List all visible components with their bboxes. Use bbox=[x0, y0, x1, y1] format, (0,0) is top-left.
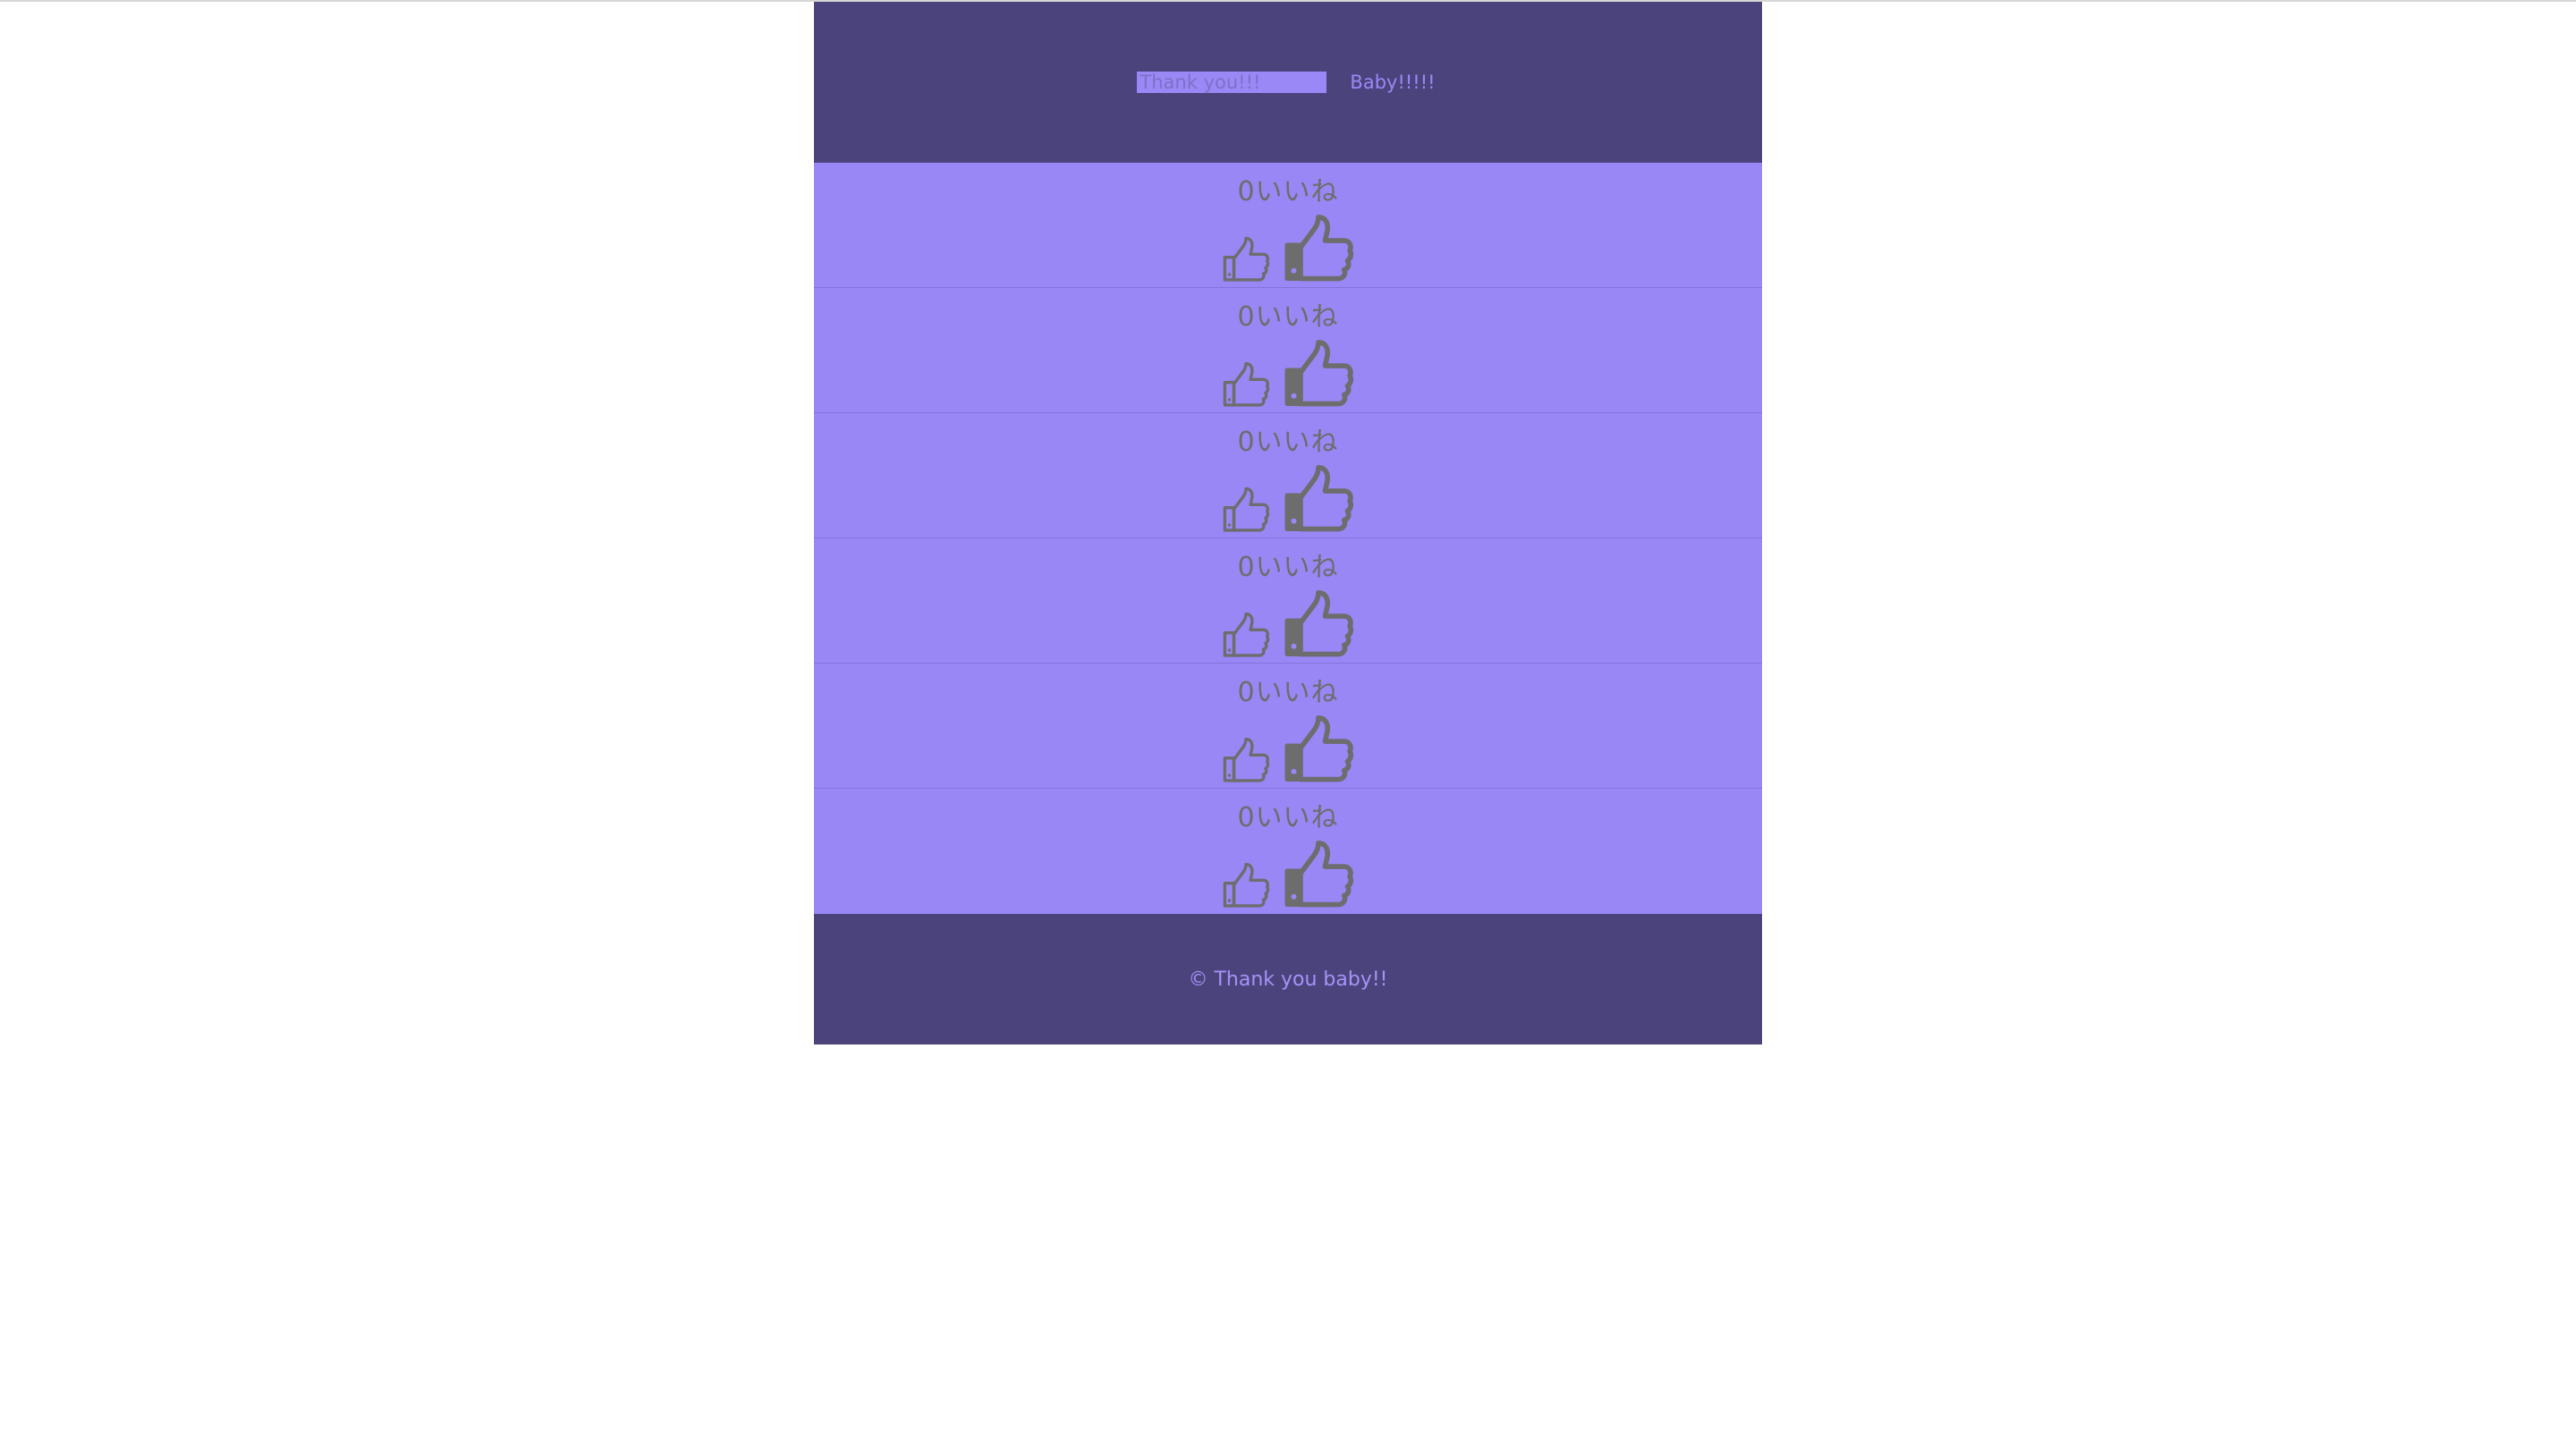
like-buttons bbox=[814, 588, 1762, 664]
thumbs-up-icon[interactable] bbox=[1222, 361, 1270, 410]
thumbs-up-icon-large[interactable] bbox=[1283, 839, 1354, 912]
thumbs-up-icon[interactable] bbox=[1222, 612, 1270, 660]
header: Baby!!!!! bbox=[814, 2, 1762, 163]
list-item: 0いいね bbox=[814, 163, 1762, 288]
thumbs-up-icon[interactable] bbox=[1222, 486, 1270, 535]
like-buttons bbox=[814, 839, 1762, 914]
thumbs-up-icon-large[interactable] bbox=[1283, 213, 1354, 286]
like-buttons bbox=[814, 714, 1762, 789]
like-count: 0いいね bbox=[1237, 176, 1339, 207]
thumbs-up-icon[interactable] bbox=[1222, 737, 1270, 785]
like-buttons bbox=[814, 463, 1762, 538]
like-buttons bbox=[814, 338, 1762, 413]
like-count: 0いいね bbox=[1237, 552, 1339, 583]
post-list: 0いいね 0いいね 0いいね 0いいね 0いいね 0いいね bbox=[814, 163, 1762, 914]
footer: © Thank you baby!! bbox=[814, 914, 1762, 1044]
page-container: Baby!!!!! 0いいね 0いいね bbox=[814, 2, 1762, 1044]
list-item: 0いいね bbox=[814, 413, 1762, 538]
like-count: 0いいね bbox=[1237, 677, 1339, 708]
thumbs-up-icon-large[interactable] bbox=[1283, 588, 1354, 662]
like-count: 0いいね bbox=[1237, 301, 1339, 333]
list-item: 0いいね bbox=[814, 288, 1762, 413]
like-count: 0いいね bbox=[1237, 427, 1339, 458]
list-item: 0いいね bbox=[814, 664, 1762, 789]
like-buttons bbox=[814, 213, 1762, 288]
thumbs-up-icon-large[interactable] bbox=[1283, 338, 1354, 411]
thumbs-up-icon[interactable] bbox=[1222, 236, 1270, 284]
thumbs-up-icon-large[interactable] bbox=[1283, 714, 1354, 787]
list-item: 0いいね bbox=[814, 538, 1762, 664]
baby-button[interactable]: Baby!!!!! bbox=[1346, 72, 1438, 93]
thumbs-up-icon-large[interactable] bbox=[1283, 463, 1354, 537]
message-input[interactable] bbox=[1137, 72, 1327, 93]
thumbs-up-icon[interactable] bbox=[1222, 862, 1270, 910]
copyright-text: © Thank you baby!! bbox=[1188, 968, 1388, 991]
list-item: 0いいね bbox=[814, 789, 1762, 914]
like-count: 0いいね bbox=[1237, 802, 1339, 833]
